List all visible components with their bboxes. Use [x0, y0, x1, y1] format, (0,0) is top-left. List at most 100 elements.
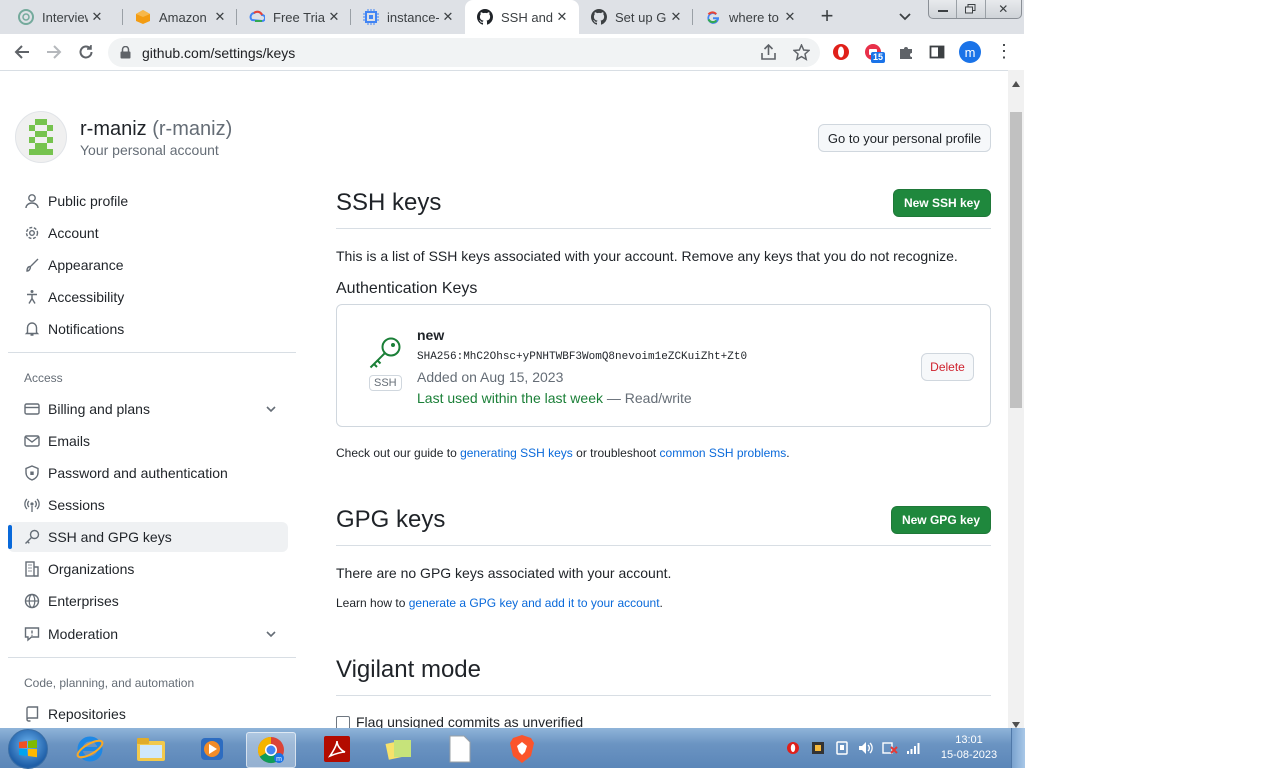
- ssh-key-type-badge: SSH: [369, 375, 402, 391]
- reload-button[interactable]: [75, 41, 97, 63]
- sidebar-item-label: Billing and plans: [48, 401, 150, 417]
- sidebar-item-emails[interactable]: Emails: [8, 426, 288, 456]
- key-icon: [368, 336, 402, 375]
- kebab-menu-icon[interactable]: ⋮: [995, 42, 1013, 61]
- show-desktop-button[interactable]: [1011, 728, 1025, 768]
- close-icon[interactable]: ✕: [553, 9, 571, 25]
- go-to-profile-button[interactable]: Go to your personal profile: [818, 124, 991, 152]
- ssh-guide-text: Check out our guide to generating SSH ke…: [336, 446, 790, 460]
- back-button[interactable]: [11, 41, 33, 63]
- sidebar-item-password[interactable]: Password and authentication: [8, 458, 288, 488]
- address-bar[interactable]: github.com/settings/keys: [108, 38, 820, 67]
- extension-badge-count: 15: [871, 52, 886, 63]
- sidebar-item-sessions[interactable]: Sessions: [8, 490, 288, 520]
- close-icon[interactable]: ✕: [439, 9, 457, 25]
- close-icon[interactable]: ✕: [667, 9, 685, 25]
- username[interactable]: r-maniz: [80, 118, 147, 140]
- ssh-key-added-date: Added on Aug 15, 2023: [417, 369, 564, 385]
- share-icon[interactable]: [760, 43, 777, 66]
- browser-tab-active[interactable]: SSH and ✕: [465, 0, 579, 34]
- vigilant-mode-label[interactable]: Flag unsigned commits as unverified: [356, 714, 583, 729]
- generating-ssh-keys-link[interactable]: generating SSH keys: [460, 446, 573, 460]
- browser-tab[interactable]: where to ✕: [693, 0, 807, 34]
- new-tab-button[interactable]: +: [816, 5, 838, 28]
- volume-icon[interactable]: [858, 741, 874, 760]
- accessibility-icon: [24, 289, 40, 305]
- delete-ssh-key-button[interactable]: Delete: [921, 353, 974, 381]
- brave-browser-icon[interactable]: [499, 732, 545, 766]
- signal-strength-icon[interactable]: [906, 741, 922, 760]
- broadcast-icon: [24, 497, 40, 513]
- tab-search-icon[interactable]: [897, 8, 913, 24]
- star-icon[interactable]: [792, 43, 811, 66]
- sidebar-item-organizations[interactable]: Organizations: [8, 554, 288, 584]
- sidebar-item-public-profile[interactable]: Public profile: [8, 186, 288, 216]
- sidebar-item-enterprises[interactable]: Enterprises: [8, 586, 288, 616]
- browser-tab[interactable]: Set up Gi ✕: [579, 0, 693, 34]
- close-icon[interactable]: ✕: [781, 9, 799, 25]
- sidebar-item-appearance[interactable]: Appearance: [8, 250, 288, 280]
- browser-tab[interactable]: Interview ✕: [0, 0, 114, 34]
- close-icon[interactable]: ✕: [88, 9, 106, 25]
- chevron-down-icon[interactable]: [264, 402, 278, 419]
- new-ssh-key-button[interactable]: New SSH key: [893, 189, 991, 217]
- browser-tab[interactable]: Amazon ✕: [123, 0, 237, 34]
- sidebar-item-notifications[interactable]: Notifications: [8, 314, 288, 344]
- close-window-button[interactable]: ✕: [986, 0, 1021, 18]
- new-gpg-key-button[interactable]: New GPG key: [891, 506, 991, 534]
- ssh-description: This is a list of SSH keys associated wi…: [336, 248, 958, 264]
- sidebar-item-account[interactable]: Account: [8, 218, 288, 248]
- sidebar-item-repositories[interactable]: Repositories: [8, 699, 288, 729]
- sidebar-heading-access: Access: [24, 371, 63, 385]
- opera-tray-icon[interactable]: [786, 741, 800, 760]
- side-panel-icon[interactable]: [928, 43, 946, 61]
- system-clock[interactable]: 13:01 15-08-2023: [934, 733, 1004, 763]
- scrollbar-thumb[interactable]: [1010, 112, 1022, 408]
- ssh-key-last-used: Last used within the last week: [417, 390, 603, 406]
- browser-tab[interactable]: Free Trial ✕: [237, 0, 351, 34]
- tray-app-icon[interactable]: [811, 741, 825, 760]
- chevron-down-icon[interactable]: [264, 627, 278, 644]
- profile-avatar-button[interactable]: m: [959, 41, 981, 63]
- person-icon: [24, 193, 40, 209]
- gpg-keys-heading: GPG keys: [336, 506, 446, 533]
- ssh-key-name: new: [417, 327, 445, 343]
- media-player-icon[interactable]: [189, 732, 235, 766]
- tab-title: Set up Gi: [615, 9, 667, 25]
- close-icon[interactable]: ✕: [211, 9, 229, 25]
- lock-icon[interactable]: [120, 45, 131, 64]
- sidebar-item-billing[interactable]: Billing and plans: [8, 394, 288, 424]
- sidebar-item-moderation[interactable]: Moderation: [8, 619, 288, 649]
- clock-time: 13:01: [955, 734, 983, 746]
- avatar[interactable]: [15, 111, 67, 163]
- tab-title: Free Trial: [273, 9, 325, 25]
- network-status-icon[interactable]: [882, 741, 898, 760]
- restore-button[interactable]: [957, 0, 986, 18]
- forward-button[interactable]: [43, 41, 65, 63]
- credit-card-icon: [24, 401, 40, 417]
- sticky-notes-icon[interactable]: [376, 732, 422, 766]
- opera-extension-icon[interactable]: [832, 43, 850, 61]
- extension-badge-icon[interactable]: 15: [864, 43, 886, 63]
- adobe-reader-icon[interactable]: [314, 732, 360, 766]
- file-explorer-icon[interactable]: [128, 732, 174, 766]
- sidebar-item-ssh-gpg-keys[interactable]: SSH and GPG keys: [8, 522, 288, 552]
- device-tray-icon[interactable]: [835, 740, 849, 761]
- scroll-up-arrow-icon[interactable]: [1012, 74, 1020, 92]
- profile-initial: m: [964, 44, 976, 60]
- browser-tab-strip: Interview ✕ Amazon ✕ Free Trial ✕ instan…: [0, 0, 1024, 34]
- close-icon[interactable]: ✕: [325, 9, 343, 25]
- common-ssh-problems-link[interactable]: common SSH problems: [660, 446, 787, 460]
- sidebar-heading-code: Code, planning, and automation: [24, 676, 195, 690]
- blank-document-icon[interactable]: [437, 732, 483, 766]
- start-button[interactable]: [8, 729, 48, 769]
- puzzle-icon[interactable]: [897, 43, 915, 61]
- generate-gpg-key-link[interactable]: generate a GPG key and add it to your ac…: [409, 596, 660, 610]
- vigilant-mode-heading: Vigilant mode: [336, 656, 481, 683]
- minimize-button[interactable]: [929, 0, 958, 18]
- sidebar-item-accessibility[interactable]: Accessibility: [8, 282, 288, 312]
- browser-toolbar: github.com/settings/keys 15 m ⋮: [0, 34, 1024, 70]
- internet-explorer-icon[interactable]: [67, 732, 113, 766]
- browser-tab[interactable]: instance- ✕: [351, 0, 465, 34]
- chrome-taskbar-button[interactable]: m: [246, 732, 296, 768]
